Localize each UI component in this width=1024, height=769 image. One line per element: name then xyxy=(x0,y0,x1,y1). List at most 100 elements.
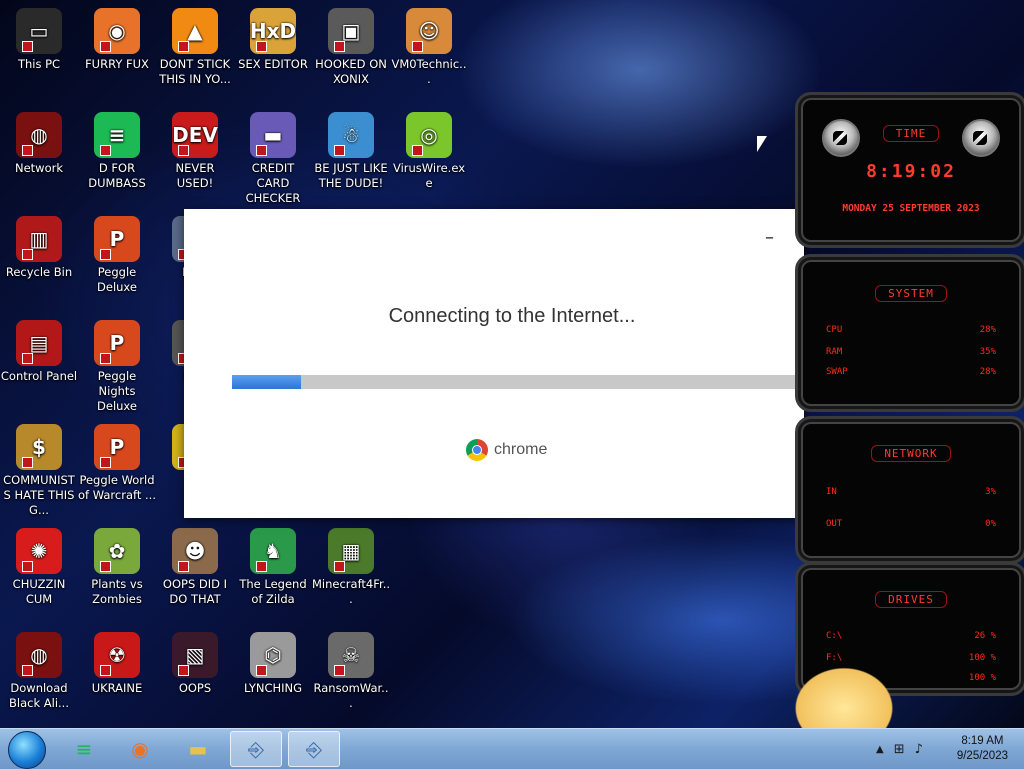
desktop-icon[interactable]: ◎ VirusWire.exe xyxy=(390,112,468,191)
app-icon: $ xyxy=(16,424,62,470)
desktop-icon[interactable]: ☢ UKRAINE xyxy=(78,632,156,696)
desktop-icon[interactable]: ▧ OOPS xyxy=(156,632,234,696)
desktop-icon[interactable]: ♞ The Legend of Zilda xyxy=(234,528,312,607)
desktop-icon-label: The Legend of Zilda xyxy=(239,577,307,606)
desktop-icon[interactable]: ▲ DONT STICK THIS IN YO... xyxy=(156,8,234,87)
desktop-icon[interactable]: HxD SEX EDITOR xyxy=(234,8,312,72)
desktop-icon[interactable]: ✺ CHUZZIN CUM xyxy=(0,528,78,607)
app-icon: ▦ xyxy=(328,528,374,574)
system-gadget[interactable]: SYSTEM CPU 28% RAM 35% SWAP 28% xyxy=(795,254,1024,412)
desktop-icon-label: CHUZZIN CUM xyxy=(12,577,66,606)
desktop-icon[interactable]: P Peggle World of Warcraft ... xyxy=(78,424,156,503)
desktop-icon[interactable]: P Peggle Nights Deluxe xyxy=(78,320,156,414)
desktop-icon[interactable]: ⌬ LYNCHING xyxy=(234,632,312,696)
desktop-icon[interactable]: ≡ D FOR DUMBASS xyxy=(78,112,156,191)
show-hidden-icons-icon[interactable]: ▲ xyxy=(876,744,884,755)
shortcut-arrow-icon xyxy=(334,41,345,52)
desktop-icon[interactable]: ☃ BE JUST LIKE THE DUDE! xyxy=(312,112,390,191)
taskbar-installer-icon[interactable]: ⎆ xyxy=(288,731,340,767)
desktop-icon[interactable]: ◍ Network xyxy=(0,112,78,176)
cartoon-character-sticker xyxy=(788,662,900,728)
taskbar-installer-icon[interactable]: ⎆ xyxy=(230,731,282,767)
progress-fill xyxy=(232,375,301,389)
app-icon: ☃ xyxy=(328,112,374,158)
shortcut-arrow-icon xyxy=(256,665,267,676)
shortcut-arrow-icon xyxy=(178,665,189,676)
desktop-icon-label: VM0Technic... xyxy=(391,57,467,86)
app-icon: ☺ xyxy=(406,8,452,54)
tray-icons: ▲ ⊞ ♪ xyxy=(876,729,923,769)
desktop-icon-label: NEVER USED! xyxy=(175,161,215,190)
desktop-icon-label: This PC xyxy=(17,57,61,71)
desktop-icon-label: Download Black Ali... xyxy=(9,681,69,710)
taskbar-explorer-icon[interactable]: ▬ xyxy=(172,731,224,767)
desktop-icon[interactable]: ▭ This PC xyxy=(0,8,78,72)
desktop-icon[interactable]: ☻ OOPS DID I DO THAT xyxy=(156,528,234,607)
time-gadget-title: TIME xyxy=(798,125,1024,142)
desktop-icon-label: BE JUST LIKE THE DUDE! xyxy=(314,161,388,190)
desktop-icon-label: UKRAINE xyxy=(91,681,143,695)
shortcut-arrow-icon xyxy=(22,41,33,52)
shortcut-arrow-icon xyxy=(178,41,189,52)
connecting-message: Connecting to the Internet... xyxy=(388,305,636,327)
desktop-icon[interactable]: $ COMMUNISTS HATE THIS G... xyxy=(0,424,78,518)
taskbar-clock[interactable]: 8:19 AM 9/25/2023 xyxy=(957,734,1008,764)
app-icon: ▭ xyxy=(16,8,62,54)
app-icon: ▧ xyxy=(172,632,218,678)
desktop-icon[interactable]: ▬ CREDIT CARD CHECKER xyxy=(234,112,312,206)
network-tray-icon[interactable]: ⊞ xyxy=(894,742,905,757)
app-icon: ▬ xyxy=(250,112,296,158)
desktop-icon[interactable]: ◍ Download Black Ali... xyxy=(0,632,78,711)
app-icon: DEV xyxy=(172,112,218,158)
shortcut-arrow-icon xyxy=(334,561,345,572)
drives-gadget-title: DRIVES xyxy=(798,591,1024,608)
desktop-icon[interactable]: ☠ RansomWar... xyxy=(312,632,390,711)
app-icon: ☠ xyxy=(328,632,374,678)
app-icon: ◎ xyxy=(406,112,452,158)
app-icon: ☢ xyxy=(94,632,140,678)
desktop-icon-label: DONT STICK THIS IN YO... xyxy=(159,57,231,86)
shortcut-arrow-icon xyxy=(256,145,267,156)
taskbar-firefox-icon[interactable]: ◉ xyxy=(114,731,166,767)
desktop-icon[interactable]: ▣ HOOKED ON XONIX xyxy=(312,8,390,87)
time-gadget[interactable]: TIME 8:19:02 MONDAY 25 SEPTEMBER 2023 xyxy=(795,92,1024,248)
app-icon: ⌬ xyxy=(250,632,296,678)
volume-tray-icon[interactable]: ♪ xyxy=(915,742,923,757)
desktop-icon-label: HOOKED ON XONIX xyxy=(315,57,387,86)
desktop-icon-label: Plants vs Zombies xyxy=(91,577,143,606)
desktop-icon[interactable]: ◉ FURRY FUX xyxy=(78,8,156,72)
desktop-icon-label: COMMUNISTS HATE THIS G... xyxy=(3,473,75,517)
network-gadget[interactable]: NETWORK IN 3% OUT 0% xyxy=(795,416,1024,564)
chrome-brand-label: chrome xyxy=(494,441,548,458)
desktop-icon-label: Recycle Bin xyxy=(5,265,73,279)
desktop-icon[interactable]: ✿ Plants vs Zombies xyxy=(78,528,156,607)
shortcut-arrow-icon xyxy=(100,249,111,260)
system-row-swap: SWAP 28% xyxy=(826,367,996,377)
shortcut-arrow-icon xyxy=(100,457,111,468)
start-button[interactable] xyxy=(8,731,46,769)
minimize-button[interactable]: – xyxy=(765,227,774,248)
desktop-icon[interactable]: ▦ Minecraft4Fr... xyxy=(312,528,390,607)
shortcut-arrow-icon xyxy=(100,145,111,156)
network-row-in: IN 3% xyxy=(826,487,996,497)
gadget-date: MONDAY 25 SEPTEMBER 2023 xyxy=(842,203,980,214)
taskbar-spotify-icon[interactable]: ≡ xyxy=(58,731,110,767)
app-icon: ▣ xyxy=(328,8,374,54)
desktop-icon-label: Network xyxy=(14,161,64,175)
desktop-icon[interactable]: ▤ Control Panel xyxy=(0,320,78,384)
desktop-icon[interactable]: ☺ VM0Technic... xyxy=(390,8,468,87)
desktop-icon[interactable]: ▥ Recycle Bin xyxy=(0,216,78,280)
desktop-icon[interactable]: DEV NEVER USED! xyxy=(156,112,234,191)
drives-row-c: C:\ 26 % xyxy=(826,631,996,641)
shortcut-arrow-icon xyxy=(100,353,111,364)
shortcut-arrow-icon xyxy=(22,457,33,468)
desktop-icon-label: VirusWire.exe xyxy=(392,161,465,190)
desktop-icon[interactable]: P Peggle Deluxe xyxy=(78,216,156,295)
app-icon: ◍ xyxy=(16,632,62,678)
shortcut-arrow-icon xyxy=(178,145,189,156)
desktop-icon-label: FURRY FUX xyxy=(85,57,149,71)
gadget-clock: 8:19:02 xyxy=(866,161,956,182)
desktop-icon-label: LYNCHING xyxy=(243,681,303,695)
app-icon: ▥ xyxy=(16,216,62,262)
app-icon: ☻ xyxy=(172,528,218,574)
